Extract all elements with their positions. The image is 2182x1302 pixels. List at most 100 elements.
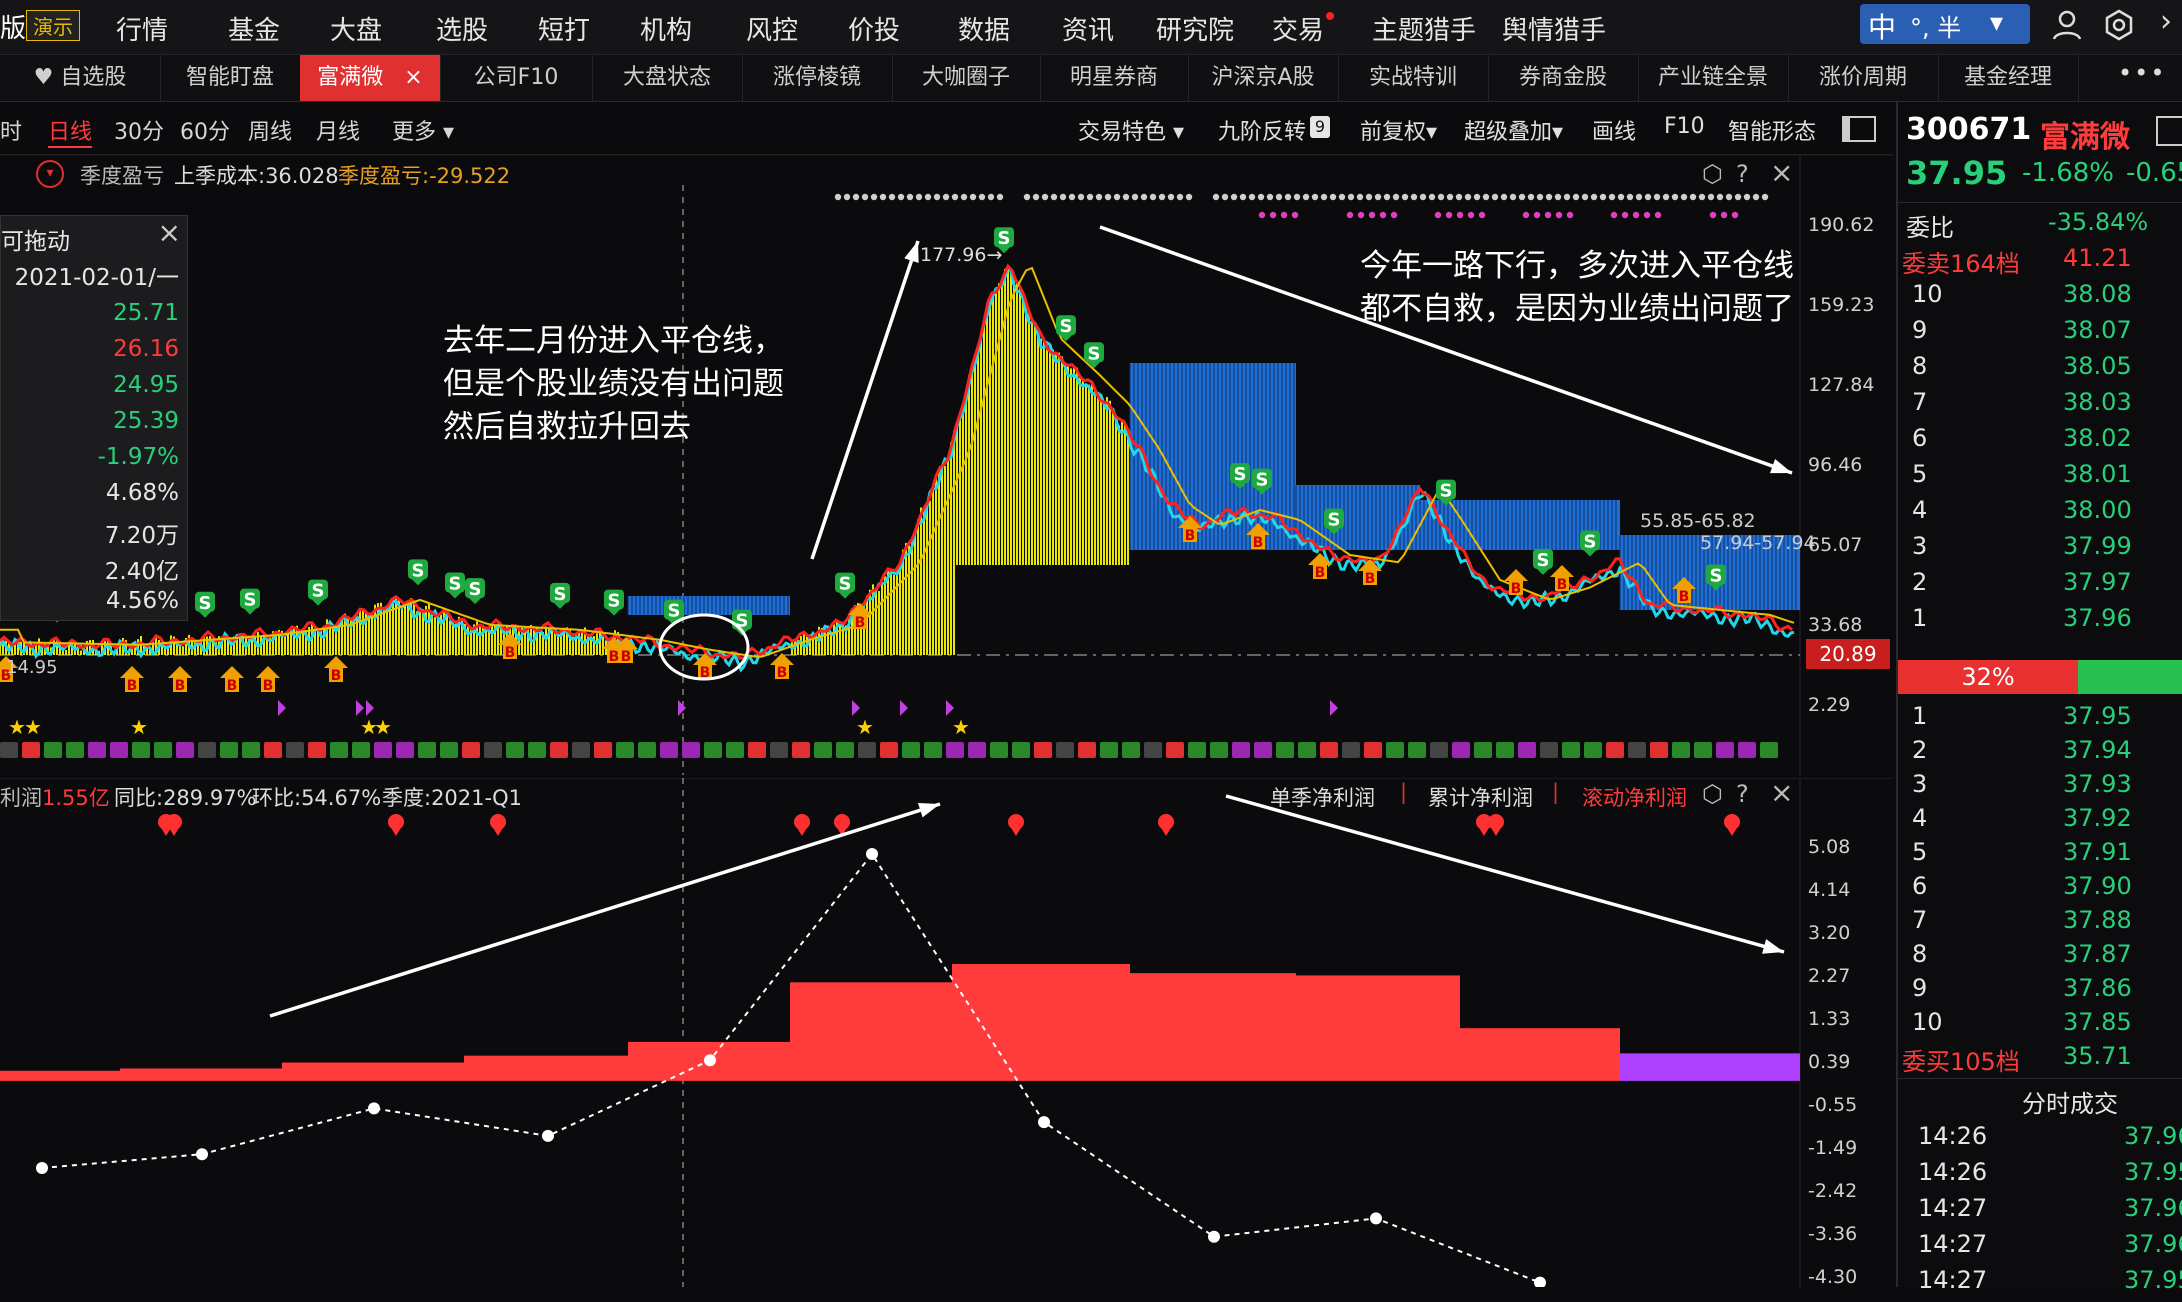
tab-2[interactable]: 富满微 × bbox=[300, 55, 441, 101]
period-6[interactable]: 更多 ▾ bbox=[392, 114, 454, 146]
profit-bar[interactable] bbox=[464, 1055, 628, 1081]
profit-bar[interactable] bbox=[1460, 1028, 1620, 1081]
tab-single-quarter-profit[interactable]: 单季净利润 bbox=[1270, 782, 1375, 812]
profit-bar[interactable] bbox=[1620, 1053, 1800, 1081]
event-pin-icon[interactable] bbox=[1008, 814, 1024, 836]
tab-6[interactable]: 大咖圈子 bbox=[892, 55, 1041, 101]
menu-item-11[interactable]: 交易 bbox=[1272, 10, 1324, 47]
menu-item-7[interactable]: 价投 bbox=[848, 10, 900, 47]
menu-item-13[interactable]: 舆情猎手 bbox=[1502, 10, 1606, 47]
period-0[interactable]: 时 bbox=[0, 114, 22, 146]
menu-item-6[interactable]: 风控 bbox=[746, 10, 798, 47]
bid-row[interactable]: 10 37.85 bbox=[1898, 1008, 2182, 1044]
chart-help-icon[interactable]: ? bbox=[1736, 160, 1749, 188]
period-5[interactable]: 月线 bbox=[316, 114, 360, 146]
ask-row[interactable]: 6 38.02 bbox=[1898, 424, 2182, 460]
profit-bar[interactable] bbox=[952, 963, 1130, 1081]
tab-cumulative-profit[interactable]: 累计净利润 bbox=[1428, 782, 1533, 812]
bid-row[interactable]: 5 37.91 bbox=[1898, 838, 2182, 874]
yoy-point[interactable] bbox=[36, 1161, 48, 1174]
tab-4[interactable]: 大盘状态 bbox=[592, 55, 743, 101]
menu-item-4[interactable]: 短打 bbox=[538, 10, 590, 47]
drag-info-box[interactable]: 可拖动 × 2021-02-01/一 25.71 26.16 24.95 25.39 -… bbox=[0, 215, 188, 621]
tab-3[interactable]: 公司F10 bbox=[440, 55, 593, 101]
event-pin-icon[interactable] bbox=[388, 814, 404, 836]
profit-bar[interactable] bbox=[1296, 975, 1460, 1081]
bid-row[interactable]: 4 37.92 bbox=[1898, 804, 2182, 840]
event-pin-icon[interactable] bbox=[166, 814, 182, 836]
profit-help-icon[interactable]: ? bbox=[1736, 780, 1749, 808]
ask-row[interactable]: 9 38.07 bbox=[1898, 316, 2182, 352]
yoy-point[interactable] bbox=[1038, 1116, 1050, 1129]
profit-chart[interactable] bbox=[0, 777, 1893, 1289]
event-pin-icon[interactable] bbox=[1724, 814, 1740, 836]
ime-indicator[interactable]: 中 °, 半 ▾ bbox=[1860, 4, 2030, 44]
yoy-point[interactable] bbox=[1370, 1212, 1382, 1225]
toolbar-item-5[interactable]: F10 bbox=[1664, 114, 1705, 139]
period-4[interactable]: 周线 bbox=[248, 114, 292, 146]
tab-1[interactable]: 智能盯盘 bbox=[160, 55, 301, 101]
event-pin-icon[interactable] bbox=[1488, 814, 1504, 836]
collapse-icon[interactable]: ▾ bbox=[36, 160, 64, 188]
bid-row[interactable]: 2 37.94 bbox=[1898, 736, 2182, 772]
bid-row[interactable]: 3 37.93 bbox=[1898, 770, 2182, 806]
chart-settings-icon[interactable]: ⬡ bbox=[1702, 160, 1723, 188]
profit-bar[interactable] bbox=[120, 1068, 282, 1081]
yoy-point[interactable] bbox=[1534, 1276, 1546, 1289]
settings-icon[interactable] bbox=[2102, 8, 2136, 48]
toolbar-item-6[interactable]: 智能形态 bbox=[1728, 114, 1816, 146]
bid-row[interactable]: 9 37.86 bbox=[1898, 974, 2182, 1010]
ask-row[interactable]: 5 38.01 bbox=[1898, 460, 2182, 496]
ask-row[interactable]: 10 38.08 bbox=[1898, 280, 2182, 316]
yoy-point[interactable] bbox=[368, 1102, 380, 1115]
menu-item-0[interactable]: 行情 bbox=[116, 10, 168, 47]
ask-row[interactable]: 2 37.97 bbox=[1898, 568, 2182, 604]
user-icon[interactable] bbox=[2050, 8, 2084, 48]
tab-close-icon[interactable]: × bbox=[397, 65, 422, 90]
yoy-point[interactable] bbox=[866, 847, 878, 860]
profit-bar[interactable] bbox=[790, 982, 952, 1081]
event-pin-icon[interactable] bbox=[490, 814, 506, 836]
period-1[interactable]: 日线 bbox=[48, 114, 93, 148]
ask-row[interactable]: 3 37.99 bbox=[1898, 532, 2182, 568]
demo-badge[interactable]: 演示 bbox=[26, 10, 80, 41]
menu-item-2[interactable]: 大盘 bbox=[330, 10, 382, 47]
profit-close-icon[interactable]: × bbox=[1770, 776, 1793, 809]
toolbar-item-2[interactable]: 前复权▾ bbox=[1360, 114, 1437, 146]
tab-12[interactable]: 涨价周期 bbox=[1788, 55, 1939, 101]
toolbar-item-4[interactable]: 画线 bbox=[1592, 114, 1636, 146]
menu-item-8[interactable]: 数据 bbox=[958, 10, 1010, 47]
profit-bar[interactable] bbox=[282, 1062, 464, 1081]
ask-row[interactable]: 7 38.03 bbox=[1898, 388, 2182, 424]
bid-row[interactable]: 6 37.90 bbox=[1898, 872, 2182, 908]
yoy-point[interactable] bbox=[542, 1129, 554, 1142]
menu-item-5[interactable]: 机构 bbox=[640, 10, 692, 47]
tab-7[interactable]: 明星券商 bbox=[1040, 55, 1189, 101]
tab-10[interactable]: 券商金股 bbox=[1488, 55, 1639, 101]
yoy-point[interactable] bbox=[704, 1054, 716, 1067]
menu-overflow-icon[interactable]: › bbox=[2160, 4, 2172, 39]
bid-row[interactable]: 7 37.88 bbox=[1898, 906, 2182, 942]
period-3[interactable]: 60分 bbox=[180, 114, 230, 146]
yoy-point[interactable] bbox=[1208, 1230, 1220, 1243]
tab-rolling-profit[interactable]: 滚动净利润 bbox=[1582, 782, 1687, 812]
profit-settings-icon[interactable]: ⬡ bbox=[1702, 780, 1723, 808]
event-pin-icon[interactable] bbox=[794, 814, 810, 836]
ask-row[interactable]: 4 38.00 bbox=[1898, 496, 2182, 532]
tab-0[interactable]: ♥ 自选股 bbox=[0, 55, 161, 101]
profit-chart-panel[interactable] bbox=[0, 777, 1893, 1289]
bid-row[interactable]: 1 37.95 bbox=[1898, 702, 2182, 738]
yoy-point[interactable] bbox=[196, 1148, 208, 1161]
ask-row[interactable]: 8 38.05 bbox=[1898, 352, 2182, 388]
menu-item-9[interactable]: 资讯 bbox=[1062, 10, 1114, 47]
bid-row[interactable]: 8 37.87 bbox=[1898, 940, 2182, 976]
tab-9[interactable]: 实战特训 bbox=[1338, 55, 1489, 101]
profit-bar[interactable] bbox=[1130, 973, 1296, 1081]
ask-row[interactable]: 1 37.96 bbox=[1898, 604, 2182, 640]
menu-item-1[interactable]: 基金 bbox=[228, 10, 280, 47]
menu-item-10[interactable]: 研究院 bbox=[1156, 10, 1234, 47]
toolbar-item-0[interactable]: 交易特色 ▾ bbox=[1078, 114, 1184, 146]
tab-13[interactable]: 基金经理 bbox=[1938, 55, 2079, 101]
tab-11[interactable]: 产业链全景 bbox=[1638, 55, 1789, 101]
tab-5[interactable]: 涨停棱镜 bbox=[742, 55, 893, 101]
